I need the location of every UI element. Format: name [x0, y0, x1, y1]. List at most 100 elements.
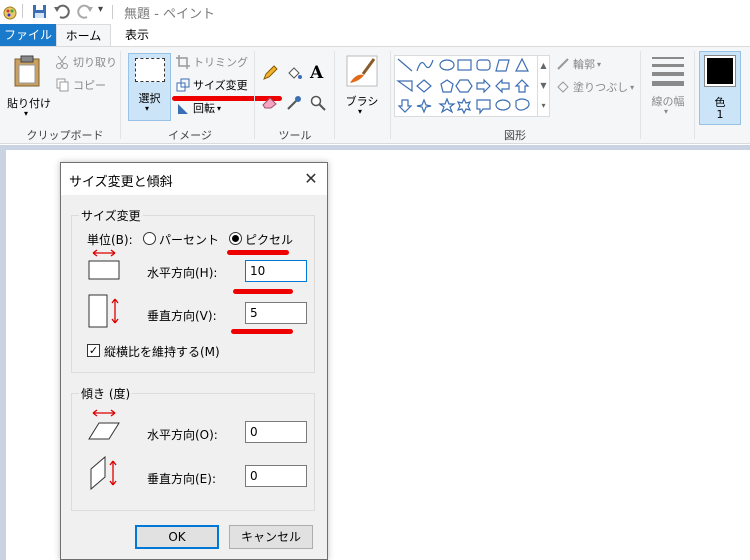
size-button[interactable]: 線の幅 ▾	[646, 53, 690, 119]
ribbon-separator	[254, 51, 255, 139]
resize-icon	[176, 78, 190, 92]
ribbon-separator	[390, 51, 391, 139]
select-button[interactable]: 選択 ▾	[128, 53, 171, 121]
annotation-mark	[231, 329, 293, 334]
rotate-dropdown-icon: ▾	[217, 103, 222, 113]
tools-group-label: ツール	[278, 129, 312, 142]
color1-button[interactable]: 色 1	[699, 51, 741, 125]
paste-dropdown-icon: ▾	[24, 109, 29, 118]
dialog-title-bar: サイズ変更と傾斜 ✕	[61, 163, 327, 195]
qa-divider	[22, 4, 23, 18]
unit-label: 単位(B):	[87, 233, 133, 247]
selection-icon	[135, 58, 165, 82]
vertical-skew-label: 垂直方向(E):	[147, 472, 216, 486]
select-dropdown-icon: ▾	[145, 104, 150, 113]
pixel-radio-circle	[229, 232, 242, 245]
ribbon-tabs: ファイル ホーム 表示	[0, 24, 750, 47]
horizontal-skew-input[interactable]: 0	[245, 421, 307, 443]
outline-dropdown-icon: ▾	[597, 59, 602, 69]
fill-dropdown-icon: ▾	[630, 82, 635, 92]
copy-icon	[56, 78, 69, 92]
brush-icon	[346, 55, 378, 87]
redo-icon[interactable]	[77, 4, 93, 19]
shapes-group-label: 図形	[504, 129, 526, 142]
resize-label: サイズ変更	[193, 79, 248, 92]
fill-label: 塗りつぶし	[573, 81, 629, 94]
window-title: 無題 - ペイント	[124, 7, 215, 22]
qa-divider	[112, 5, 113, 19]
size-dropdown-icon: ▾	[664, 107, 669, 116]
paste-label: 貼り付け	[7, 97, 51, 110]
copy-label: コピー	[73, 79, 106, 92]
resize-legend: サイズ変更	[79, 207, 143, 224]
tab-file[interactable]: ファイル	[0, 24, 56, 46]
annotation-mark	[233, 289, 293, 294]
shapes-scrollbar[interactable]: ▲ ▼ ▾	[537, 56, 549, 116]
outline-label: 輪郭	[573, 58, 595, 71]
brushes-button[interactable]: ブラシ ▾	[340, 53, 384, 119]
vertical-resize-icon	[88, 294, 119, 328]
crop-icon	[176, 55, 190, 69]
fill-bucket-icon	[557, 81, 569, 93]
close-icon[interactable]: ✕	[301, 169, 321, 189]
resize-skew-dialog: サイズ変更と傾斜 ✕ サイズ変更 単位(B): パーセント ピクセル 水平方向(…	[60, 162, 328, 560]
pixel-radio[interactable]: ピクセル	[229, 231, 309, 247]
color1-swatch	[704, 55, 736, 87]
save-icon[interactable]	[32, 4, 47, 19]
cut-button[interactable]: 切り取り	[56, 53, 117, 71]
ribbon-separator	[640, 51, 641, 139]
cancel-button[interactable]: キャンセル	[229, 525, 313, 549]
keep-ratio-check-icon: ✓	[87, 344, 100, 357]
vertical-resize-label: 垂直方向(V):	[147, 309, 217, 323]
crop-button[interactable]: トリミング	[176, 53, 248, 71]
vertical-skew-input[interactable]: 0	[245, 465, 307, 487]
brushes-dropdown-icon: ▾	[358, 107, 363, 116]
copy-button[interactable]: コピー	[56, 76, 106, 94]
horizontal-resize-input[interactable]: 10	[245, 260, 307, 282]
ribbon-separator	[334, 51, 335, 139]
undo-icon[interactable]	[54, 4, 70, 19]
magnifier-icon[interactable]	[310, 95, 326, 111]
tab-view[interactable]: 表示	[114, 24, 160, 46]
clipboard-group-label: クリップボード	[26, 129, 104, 142]
fill-icon[interactable]	[286, 65, 302, 81]
skew-legend: 傾き (度)	[79, 385, 133, 402]
ribbon-separator	[694, 51, 695, 139]
resize-button[interactable]: サイズ変更	[176, 76, 248, 94]
color-picker-icon[interactable]	[286, 95, 302, 111]
tab-home[interactable]: ホーム	[56, 24, 111, 47]
percent-label: パーセント	[159, 233, 220, 247]
keep-ratio-checkbox[interactable]: ✓ 縦横比を維持する(M)	[87, 343, 247, 359]
shapes-gallery[interactable]: ▲ ▼ ▾	[394, 55, 550, 117]
crop-label: トリミング	[193, 56, 248, 69]
select-label: 選択	[138, 92, 161, 105]
cut-label: 切り取り	[73, 56, 117, 69]
image-group-label: イメージ	[168, 129, 212, 142]
outline-icon	[557, 58, 569, 70]
percent-radio[interactable]: パーセント	[143, 231, 223, 247]
eraser-icon[interactable]	[262, 95, 278, 109]
percent-radio-circle	[143, 232, 156, 245]
paste-button[interactable]: 貼り付け ▾	[6, 53, 51, 119]
dialog-title: サイズ変更と傾斜	[69, 175, 173, 190]
vertical-resize-input[interactable]: 5	[245, 302, 307, 324]
rotate-button[interactable]: 回転 ▾	[176, 99, 221, 117]
fill-button[interactable]: 塗りつぶし ▾	[556, 78, 634, 96]
horizontal-resize-label: 水平方向(H):	[147, 266, 218, 280]
pixel-label: ピクセル	[245, 233, 294, 247]
paint-app-icon	[3, 6, 17, 20]
rotate-icon	[178, 104, 188, 114]
customize-qa-icon[interactable]: ▾	[98, 4, 103, 15]
horizontal-resize-icon	[88, 249, 120, 280]
text-icon[interactable]: A	[310, 63, 323, 83]
rotate-label: 回転	[193, 102, 215, 115]
ok-button[interactable]: OK	[135, 525, 219, 549]
pencil-icon[interactable]	[262, 65, 278, 81]
outline-button[interactable]: 輪郭 ▾	[556, 55, 601, 73]
vertical-skew-icon	[90, 455, 117, 491]
paste-icon	[14, 55, 40, 87]
ribbon: 貼り付け ▾ 切り取り コピー クリップボード 選択 ▾ トリミング サイズ変更…	[0, 46, 750, 144]
keep-ratio-label: 縦横比を維持する(M)	[104, 345, 220, 359]
annotation-mark	[227, 250, 289, 255]
horizontal-skew-label: 水平方向(O):	[147, 428, 218, 442]
